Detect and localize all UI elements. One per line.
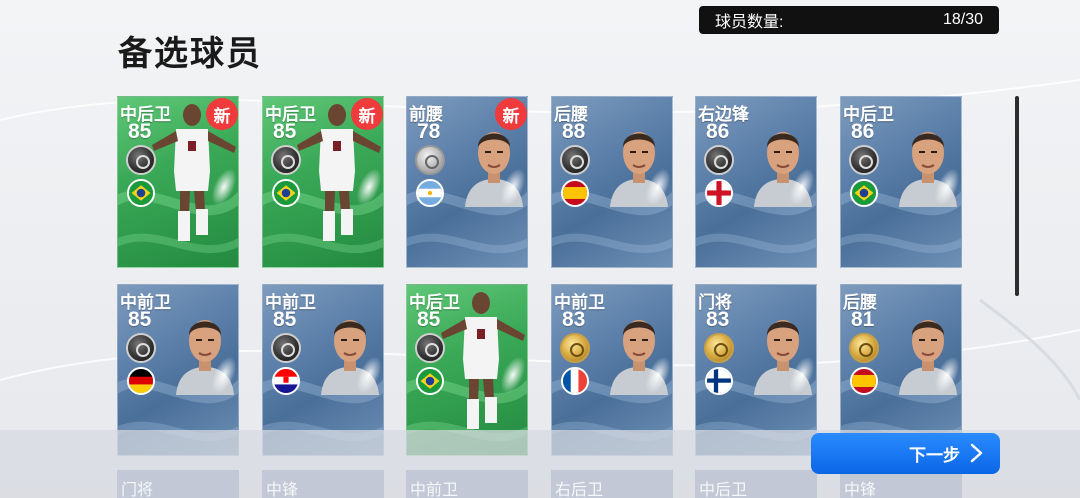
player-card[interactable]: 后腰 88 bbox=[551, 96, 673, 268]
card-type-badge-icon bbox=[849, 145, 879, 175]
chevron-right-icon bbox=[970, 443, 983, 463]
new-badge: 新 bbox=[206, 98, 238, 130]
player-rating: 85 bbox=[273, 120, 297, 143]
card-type-badge-icon bbox=[415, 145, 445, 175]
player-rating: 86 bbox=[706, 120, 730, 143]
brazil-flag-icon bbox=[850, 179, 878, 207]
england-flag-icon bbox=[705, 179, 733, 207]
partial-player-card[interactable]: 门将 bbox=[117, 470, 239, 498]
next-step-button[interactable]: 下一步 bbox=[811, 433, 1000, 474]
player-position: 右后卫 bbox=[555, 482, 604, 498]
player-card[interactable]: 右边锋 86 bbox=[695, 96, 817, 268]
player-rating: 85 bbox=[273, 308, 297, 331]
card-type-badge-icon bbox=[415, 333, 445, 363]
new-badge: 新 bbox=[495, 98, 527, 130]
partial-player-card[interactable]: 中锋 bbox=[262, 470, 384, 498]
player-count-box: 球员数量: 18/30 bbox=[699, 6, 999, 34]
brazil-flag-icon bbox=[127, 179, 155, 207]
player-position: 中锋 bbox=[844, 482, 877, 498]
player-rating: 83 bbox=[706, 308, 730, 331]
new-badge: 新 bbox=[351, 98, 383, 130]
player-count-value: 18/30 bbox=[942, 11, 983, 28]
card-type-badge-icon bbox=[126, 145, 156, 175]
player-position: 中后卫 bbox=[699, 482, 748, 498]
next-step-label: 下一步 bbox=[909, 446, 960, 465]
brazil-flag-icon bbox=[416, 367, 444, 395]
partial-player-card[interactable]: 中锋 bbox=[840, 470, 962, 498]
spain-flag-icon bbox=[561, 179, 589, 207]
card-type-badge-icon bbox=[560, 145, 590, 175]
finland-flag-icon bbox=[705, 367, 733, 395]
page-title: 备选球员 bbox=[118, 35, 262, 73]
scrollbar[interactable] bbox=[1015, 96, 1019, 296]
player-card[interactable]: 中后卫 85 新 bbox=[117, 96, 239, 268]
player-card[interactable]: 中后卫 86 bbox=[840, 96, 962, 268]
partial-player-card[interactable]: 右后卫 bbox=[551, 470, 673, 498]
player-rating: 78 bbox=[417, 120, 441, 143]
next-card-row: 门将 中锋 中前卫 右后卫 中后卫 中锋 bbox=[117, 470, 967, 498]
player-rating: 85 bbox=[417, 308, 441, 331]
france-flag-icon bbox=[561, 367, 589, 395]
player-rating: 88 bbox=[562, 120, 586, 143]
player-position: 中锋 bbox=[266, 482, 299, 498]
card-type-badge-icon bbox=[271, 145, 301, 175]
player-position: 中前卫 bbox=[410, 482, 459, 498]
player-position: 门将 bbox=[121, 482, 154, 498]
card-type-badge-icon bbox=[704, 145, 734, 175]
player-count-label: 球员数量: bbox=[715, 14, 784, 31]
spain-flag-icon bbox=[850, 367, 878, 395]
card-type-badge-icon bbox=[849, 333, 879, 363]
card-type-badge-icon bbox=[271, 333, 301, 363]
germany-flag-icon bbox=[127, 367, 155, 395]
card-type-badge-icon bbox=[126, 333, 156, 363]
brazil-flag-icon bbox=[272, 179, 300, 207]
partial-player-card[interactable]: 中前卫 bbox=[406, 470, 528, 498]
partial-player-card[interactable]: 中后卫 bbox=[695, 470, 817, 498]
player-card[interactable]: 中后卫 85 新 bbox=[262, 96, 384, 268]
player-card[interactable]: 前腰 78 新 bbox=[406, 96, 528, 268]
player-rating: 83 bbox=[562, 308, 586, 331]
croatia-flag-icon bbox=[272, 367, 300, 395]
player-rating: 86 bbox=[851, 120, 875, 143]
card-type-badge-icon bbox=[560, 333, 590, 363]
player-rating: 85 bbox=[128, 120, 152, 143]
player-rating: 81 bbox=[851, 308, 875, 331]
card-type-badge-icon bbox=[704, 333, 734, 363]
argentina-flag-icon bbox=[416, 179, 444, 207]
player-rating: 85 bbox=[128, 308, 152, 331]
